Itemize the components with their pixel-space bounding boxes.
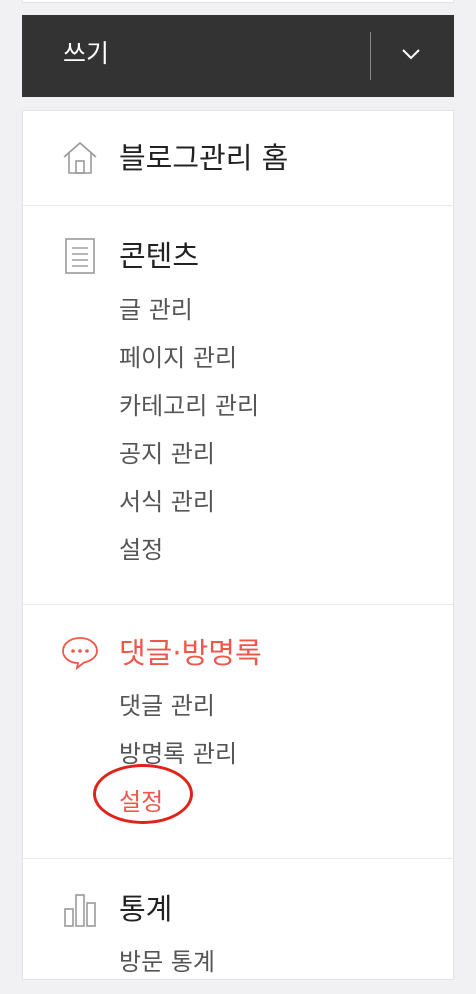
highlight-circle — [93, 764, 193, 824]
content-submenu: 글 관리 페이지 관리 카테고리 관리 공지 관리 서식 관리 설정 — [119, 294, 259, 582]
top-edge — [22, 0, 454, 3]
home-icon — [61, 139, 99, 177]
submenu-comment-settings[interactable]: 설정 — [93, 764, 237, 834]
menu-section-home: 블로그관리 홈 — [23, 111, 453, 206]
submenu-template-manage[interactable]: 서식 관리 — [119, 486, 259, 534]
speech-bubble-icon — [61, 634, 99, 672]
write-button[interactable]: 쓰기 — [63, 37, 109, 71]
menu-content[interactable]: 콘텐츠 — [61, 237, 199, 275]
submenu-content-settings[interactable]: 설정 — [119, 534, 259, 582]
submenu-notice-manage[interactable]: 공지 관리 — [119, 438, 259, 486]
submenu-comment-manage[interactable]: 댓글 관리 — [119, 690, 237, 738]
menu-home-label: 블로그관리 홈 — [119, 141, 289, 175]
chevron-down-icon[interactable] — [394, 37, 428, 71]
divider — [370, 32, 371, 80]
submenu-visit-stats[interactable]: 방문 통계 — [119, 946, 215, 994]
stats-submenu: 방문 통계 — [119, 946, 215, 994]
menu-section-content: 콘텐츠 글 관리 페이지 관리 카테고리 관리 공지 관리 서식 관리 설정 — [23, 206, 453, 605]
admin-sidebar: 블로그관리 홈 콘텐츠 글 관리 페이지 관리 카테고리 관리 공지 관리 서식… — [22, 110, 454, 980]
write-bar: 쓰기 — [22, 15, 454, 97]
comment-submenu: 댓글 관리 방명록 관리 설정 — [93, 690, 237, 834]
document-icon — [61, 237, 99, 275]
submenu-post-manage[interactable]: 글 관리 — [119, 294, 259, 342]
menu-section-comment: 댓글·방명록 댓글 관리 방명록 관리 설정 — [23, 604, 453, 859]
menu-section-stats: 통계 방문 통계 — [23, 858, 453, 988]
menu-stats-label: 통계 — [119, 892, 173, 926]
bar-chart-icon — [61, 890, 99, 928]
submenu-page-manage[interactable]: 페이지 관리 — [119, 342, 259, 390]
menu-comment-label: 댓글·방명록 — [119, 636, 262, 670]
menu-home[interactable]: 블로그관리 홈 — [61, 139, 288, 177]
menu-comment-guestbook[interactable]: 댓글·방명록 — [61, 634, 262, 672]
submenu-category-manage[interactable]: 카테고리 관리 — [119, 390, 259, 438]
menu-content-label: 콘텐츠 — [119, 239, 200, 273]
menu-stats[interactable]: 통계 — [61, 890, 172, 928]
